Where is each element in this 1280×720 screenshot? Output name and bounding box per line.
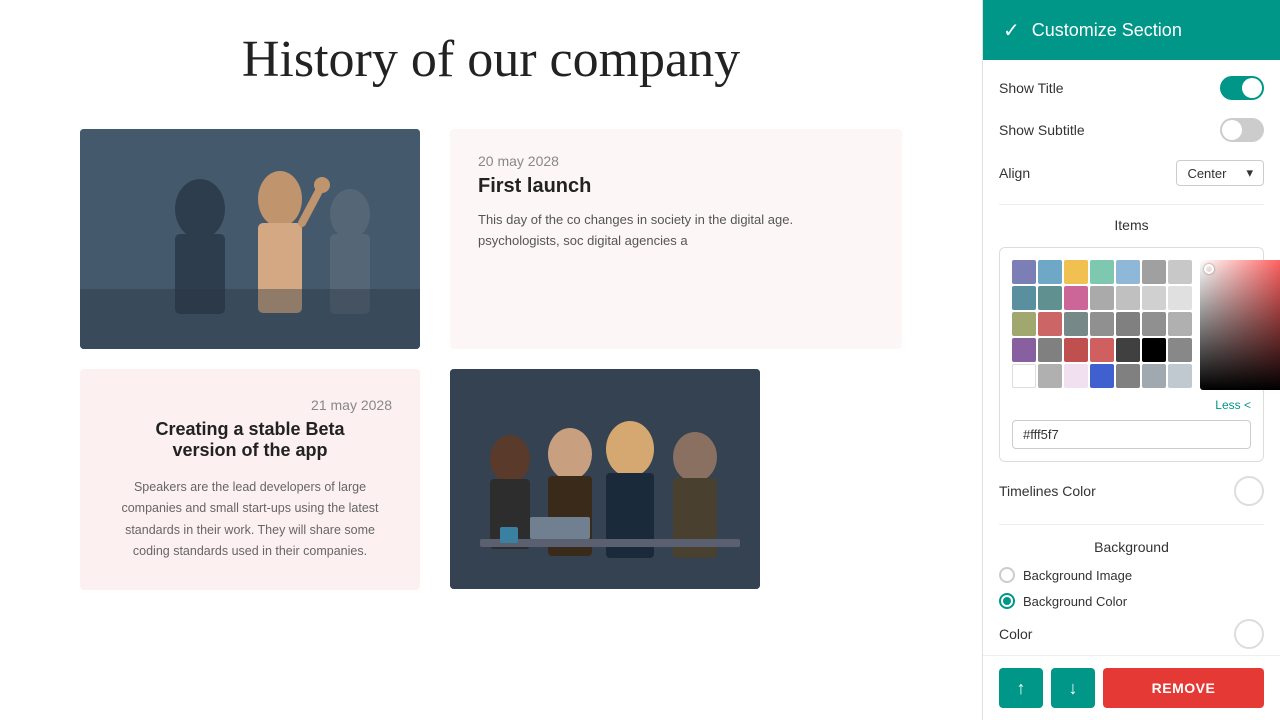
bg-color-radio[interactable] — [999, 593, 1015, 609]
swatch-35[interactable] — [1168, 364, 1192, 388]
color-picker-area: Less < — [999, 247, 1264, 462]
timeline-row-2: 21 may 2028 Creating a stable Betaversio… — [80, 369, 902, 590]
swatch-7[interactable] — [1168, 260, 1192, 284]
swatch-19[interactable] — [1116, 312, 1140, 336]
dropdown-arrow-icon: ▾ — [1246, 165, 1253, 181]
show-title-toggle[interactable] — [1220, 76, 1264, 100]
swatch-1[interactable] — [1012, 260, 1036, 284]
swatch-32[interactable] — [1090, 364, 1114, 388]
gradient-picker-area — [1200, 260, 1280, 390]
swatch-25[interactable] — [1090, 338, 1114, 362]
bg-image-radio[interactable] — [999, 567, 1015, 583]
panel-body: Show Title Show Subtitle Align Center ▾ … — [983, 60, 1280, 655]
color-row: Color — [999, 619, 1264, 649]
swatch-17[interactable] — [1064, 312, 1088, 336]
swatch-28[interactable] — [1168, 338, 1192, 362]
swatch-22[interactable] — [1012, 338, 1036, 362]
swatch-24[interactable] — [1064, 338, 1088, 362]
color-label: Color — [999, 626, 1032, 642]
timelines-color-row: Timelines Color — [999, 476, 1264, 506]
bg-image-radio-row: Background Image — [999, 567, 1264, 583]
timeline-event-title-2: Creating a stable Betaversion of the app — [108, 419, 392, 461]
swatch-9[interactable] — [1038, 286, 1062, 310]
swatch-15[interactable] — [1012, 312, 1036, 336]
swatch-2[interactable] — [1038, 260, 1062, 284]
background-section-label: Background — [999, 539, 1264, 555]
check-icon: ✓ — [1003, 18, 1020, 43]
right-panel: ✓ Customize Section Show Title Show Subt… — [982, 0, 1280, 720]
bg-color-circle[interactable] — [1234, 619, 1264, 649]
show-subtitle-toggle[interactable] — [1220, 118, 1264, 142]
items-label: Items — [999, 204, 1264, 233]
main-content: History of our company — [0, 0, 982, 720]
swatch-26[interactable] — [1116, 338, 1140, 362]
align-row: Align Center ▾ — [999, 160, 1264, 186]
swatch-27[interactable] — [1142, 338, 1166, 362]
swatch-14[interactable] — [1168, 286, 1192, 310]
swatch-13[interactable] — [1142, 286, 1166, 310]
swatch-34[interactable] — [1142, 364, 1166, 388]
color-picker-popup: Less < — [999, 247, 1264, 462]
timeline-date-1: 20 may 2028 — [478, 153, 874, 169]
swatch-6[interactable] — [1142, 260, 1166, 284]
timeline-event-text-2: Speakers are the lead developers of larg… — [108, 477, 392, 562]
swatch-23[interactable] — [1038, 338, 1062, 362]
swatch-21[interactable] — [1168, 312, 1192, 336]
remove-button[interactable]: REMOVE — [1103, 668, 1264, 708]
swatch-5[interactable] — [1116, 260, 1140, 284]
show-subtitle-label: Show Subtitle — [999, 122, 1085, 138]
bg-image-label: Background Image — [1023, 568, 1132, 583]
panel-header-title: Customize Section — [1032, 20, 1182, 41]
timeline-event-title-1: First launch — [478, 175, 874, 198]
background-section: Background Background Image Background C… — [999, 524, 1264, 649]
timeline-photo-1 — [80, 129, 420, 349]
timeline-date-2: 21 may 2028 — [108, 397, 392, 413]
show-subtitle-row: Show Subtitle — [999, 118, 1264, 142]
swatch-8[interactable] — [1012, 286, 1036, 310]
timelines-color-label: Timelines Color — [999, 483, 1096, 499]
timeline-container: 20 may 2028 First launch This day of the… — [0, 129, 982, 590]
move-down-button[interactable]: ↓ — [1051, 668, 1095, 708]
swatch-30[interactable] — [1038, 364, 1062, 388]
page-title: History of our company — [0, 0, 982, 129]
timeline-info-card-1: 20 may 2028 First launch This day of the… — [450, 129, 902, 349]
panel-header: ✓ Customize Section — [983, 0, 1280, 60]
show-title-row: Show Title — [999, 76, 1264, 100]
swatch-grid — [1012, 260, 1192, 390]
show-title-label: Show Title — [999, 80, 1064, 96]
swatch-11[interactable] — [1090, 286, 1114, 310]
panel-footer: ↑ ↓ REMOVE — [983, 655, 1280, 720]
timeline-event-text-1: This day of the co changes in society in… — [478, 210, 874, 252]
less-link[interactable]: Less < — [1012, 398, 1251, 412]
swatch-4[interactable] — [1090, 260, 1114, 284]
swatch-31[interactable] — [1064, 364, 1088, 388]
align-label: Align — [999, 165, 1030, 181]
align-dropdown[interactable]: Center ▾ — [1176, 160, 1264, 186]
timeline-row-1: 20 may 2028 First launch This day of the… — [80, 129, 902, 349]
swatch-20[interactable] — [1142, 312, 1166, 336]
timelines-color-circle[interactable] — [1234, 476, 1264, 506]
gradient-field[interactable] — [1200, 260, 1280, 390]
swatch-16[interactable] — [1038, 312, 1062, 336]
hex-input[interactable] — [1012, 420, 1251, 449]
bg-color-label: Background Color — [1023, 594, 1127, 609]
move-up-button[interactable]: ↑ — [999, 668, 1043, 708]
align-value: Center — [1187, 166, 1226, 181]
swatch-10[interactable] — [1064, 286, 1088, 310]
swatch-3[interactable] — [1064, 260, 1088, 284]
swatch-18[interactable] — [1090, 312, 1114, 336]
picker-top — [1012, 260, 1251, 390]
swatch-29[interactable] — [1012, 364, 1036, 388]
swatch-12[interactable] — [1116, 286, 1140, 310]
bg-color-radio-row: Background Color — [999, 593, 1264, 609]
timeline-card-pink: 21 may 2028 Creating a stable Betaversio… — [80, 369, 420, 590]
swatch-33[interactable] — [1116, 364, 1140, 388]
timeline-photo-2 — [450, 369, 760, 589]
